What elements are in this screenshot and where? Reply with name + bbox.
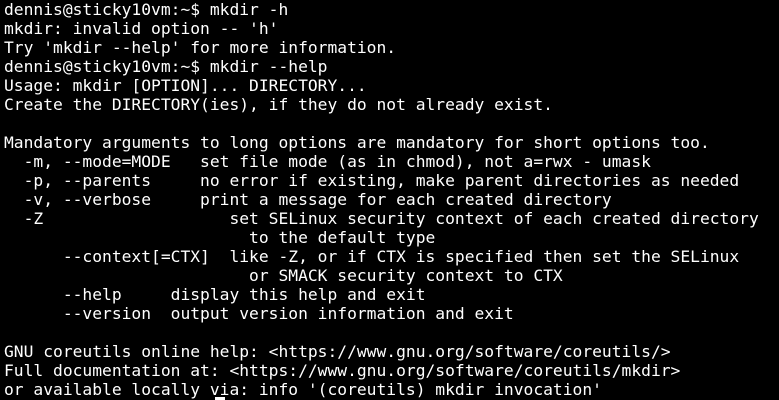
terminal-line: dennis@sticky10vm:~$ mkdir -h <box>4 0 289 19</box>
terminal-line: dennis@sticky10vm:~$ mkdir --help <box>4 57 328 76</box>
terminal-line: or available locally via: info '(coreuti… <box>4 380 602 399</box>
terminal-line: or SMACK security context to CTX <box>4 266 563 285</box>
terminal-line: Usage: mkdir [OPTION]... DIRECTORY... <box>4 76 367 95</box>
terminal-line: -p, --parents no error if existing, make… <box>4 171 740 190</box>
terminal-line: Try 'mkdir --help' for more information. <box>4 38 397 57</box>
terminal-line: GNU coreutils online help: <https://www.… <box>4 342 671 361</box>
terminal-line: --version output version information and… <box>4 304 514 323</box>
terminal-line: -Z set SELinux security context of each … <box>4 209 759 228</box>
terminal-line: --help display this help and exit <box>4 285 426 304</box>
terminal-line: to the default type <box>4 228 436 247</box>
terminal-line: Full documentation at: <https://www.gnu.… <box>4 361 681 380</box>
terminal-line: -v, --verbose print a message for each c… <box>4 190 612 209</box>
terminal-line: -m, --mode=MODE set file mode (as in chm… <box>4 152 651 171</box>
terminal-line: Create the DIRECTORY(ies), if they do no… <box>4 95 553 114</box>
terminal-window[interactable]: dennis@sticky10vm:~$ mkdir -h mkdir: inv… <box>0 0 779 400</box>
terminal-line: --context[=CTX] like -Z, or if CTX is sp… <box>4 247 740 266</box>
terminal-line: Mandatory arguments to long options are … <box>4 133 710 152</box>
terminal-line: mkdir: invalid option -- 'h' <box>4 19 279 38</box>
